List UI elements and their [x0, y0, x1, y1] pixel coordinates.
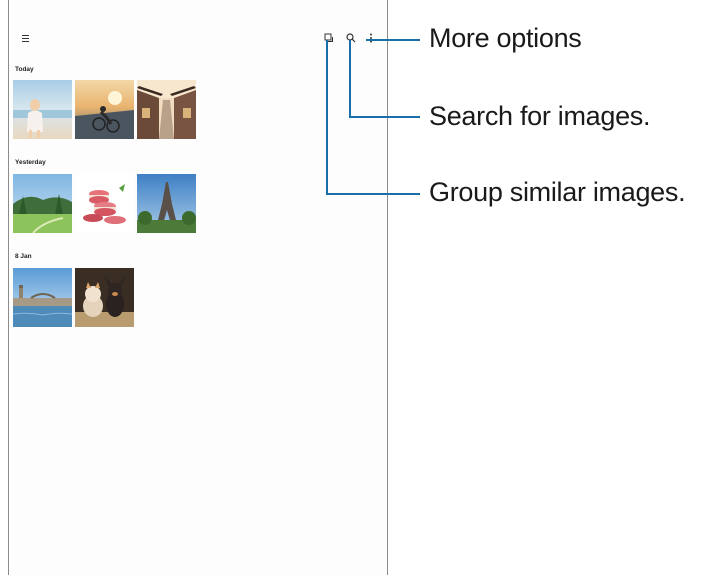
photo-thumbnail-green-park[interactable] — [13, 174, 72, 233]
gallery-screen: Today Yesterday 8 Jan — [8, 0, 388, 575]
callout-line-search-vertical — [349, 40, 351, 118]
photo-thumbnail-eiffel-tower[interactable] — [137, 174, 196, 233]
photo-thumbnail-cyclist-at-sunset[interactable] — [75, 80, 134, 139]
callout-line-search-horizontal — [349, 116, 420, 118]
callout-line-group-vertical — [326, 40, 328, 195]
callout-label-group: Group similar images. — [429, 177, 686, 207]
menu-icon[interactable] — [21, 30, 31, 42]
section-title-yesterday: Yesterday — [15, 159, 46, 166]
callout-line-group-horizontal — [326, 193, 420, 195]
photo-thumbnail-child-on-beach[interactable] — [13, 80, 72, 139]
callout-label-more-options: More options — [429, 23, 582, 53]
photo-thumbnail-river-city-bridge[interactable] — [13, 268, 72, 327]
section-title-8-jan: 8 Jan — [15, 253, 32, 260]
section-title-today: Today — [15, 66, 34, 73]
photo-thumbnail-macarons[interactable] — [75, 174, 134, 233]
callout-label-search: Search for images. — [429, 101, 651, 131]
callout-line-more-options — [366, 39, 420, 41]
group-similar-icon[interactable] — [324, 30, 334, 42]
search-icon[interactable] — [346, 30, 356, 43]
photo-thumbnail-cat-and-dog[interactable] — [75, 268, 134, 327]
photo-thumbnail-village-street[interactable] — [137, 80, 196, 139]
